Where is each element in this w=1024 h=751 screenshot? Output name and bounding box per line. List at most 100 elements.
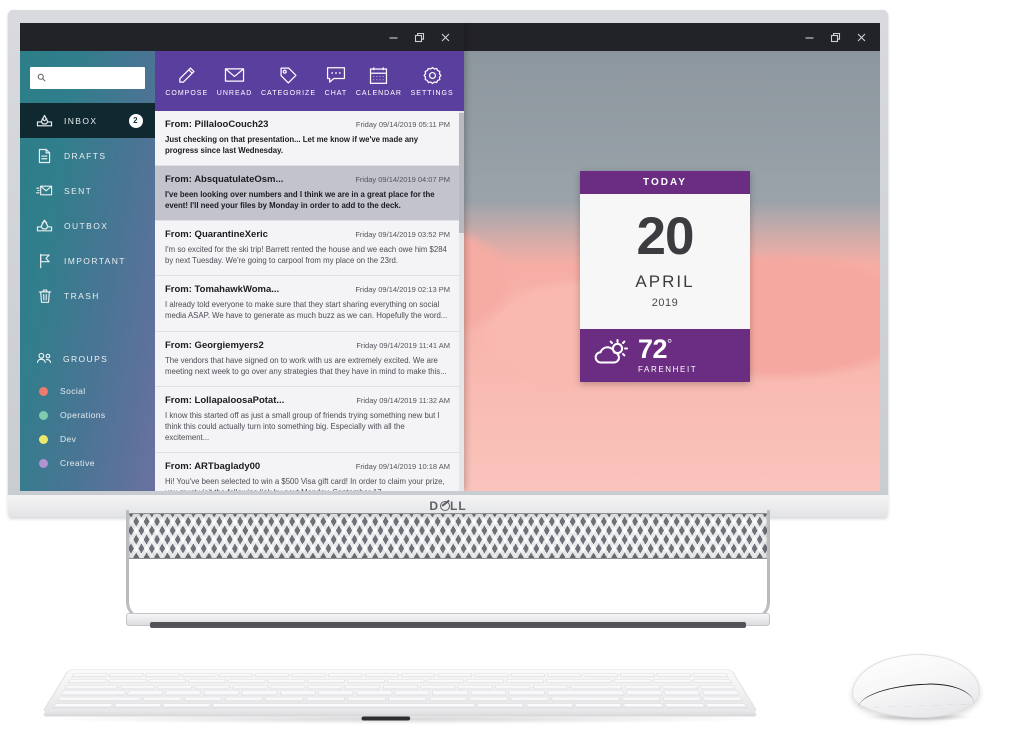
keyboard-key[interactable] [457,684,494,689]
sidebar-item-sent[interactable]: SENT [20,173,155,208]
keyboard-key[interactable] [505,678,545,684]
email-row[interactable]: From: TomahawkWoma... Friday 09/14/2019 0… [155,276,464,332]
keyboard-key[interactable] [63,684,119,689]
keyboard-key[interactable] [67,678,108,684]
keyboard-key[interactable] [655,673,693,678]
keyboard-key[interactable] [346,696,386,702]
keyboard-key[interactable] [107,673,145,678]
keyboard-key[interactable] [401,673,436,678]
keyboard-key[interactable] [346,678,385,684]
toolbar-button-settings[interactable]: SETTINGS [411,66,454,97]
keyboard-key[interactable] [193,684,231,689]
keyboard-key[interactable] [306,678,346,684]
keyboard-key[interactable] [625,690,664,696]
group-item-creative[interactable]: Creative [20,451,155,475]
keyboard-key[interactable] [546,690,625,696]
keyboard-key[interactable] [267,678,306,684]
keyboard-key[interactable] [279,690,317,696]
keyboard-key[interactable] [702,696,744,702]
keyboard-key[interactable] [60,690,127,696]
toolbar-button-calendar[interactable]: CALENDAR [356,66,402,97]
sidebar-item-important[interactable]: IMPORTANT [20,243,155,278]
wireless-mouse[interactable] [852,654,980,718]
keyboard-key[interactable] [476,703,525,708]
keyboard-key[interactable] [355,690,393,696]
keyboard-key[interactable] [620,696,662,702]
keyboard-key[interactable] [240,690,279,696]
calendar-widget[interactable]: TODAY 20 APRIL 2019 72 ° FARENHEIT [580,171,750,383]
keyboard-key[interactable] [187,678,227,684]
email-row[interactable]: From: PillalooCouch23 Friday 09/14/2019 0… [155,111,464,167]
keyboard-key[interactable] [107,678,148,684]
keyboard-key[interactable] [660,684,699,689]
keyboard-key[interactable] [664,703,706,708]
keyboard-key[interactable] [52,703,114,708]
keyboard-key[interactable] [291,673,327,678]
keyboard-key[interactable] [364,673,400,678]
keyboard-key[interactable] [494,684,531,689]
sidebar-item-drafts[interactable]: DRAFTS [20,138,155,173]
keyboard-key[interactable] [652,678,693,684]
keyboard-key[interactable] [531,684,569,689]
keyboard-key[interactable] [156,684,194,689]
minimize-icon[interactable] [380,26,406,48]
toolbar-button-compose[interactable]: COMPOSE [165,66,208,97]
keyboard-key[interactable] [382,684,418,689]
keyboard-key[interactable] [231,684,269,689]
keyboard-key[interactable] [546,673,583,678]
keyboard-key[interactable] [182,696,224,702]
sidebar-item-outbox[interactable]: OUTBOX [20,208,155,243]
keyboard-key[interactable] [264,696,305,702]
keyboard-key[interactable] [164,690,203,696]
keyboard-key[interactable] [510,673,546,678]
close-icon[interactable] [848,26,874,48]
keyboard-key[interactable] [613,678,653,684]
minimize-icon[interactable] [796,26,822,48]
keyboard-key[interactable] [419,684,456,689]
toolbar-button-unread[interactable]: UNREAD [217,66,253,97]
keyboard-key[interactable] [305,696,346,702]
keyboard-key[interactable] [469,696,509,702]
keyboard-key[interactable] [217,673,254,678]
group-item-dev[interactable]: Dev [20,427,155,451]
keyboard-key[interactable] [344,684,381,689]
keyboard-key[interactable] [473,673,510,678]
keyboard-key[interactable] [387,696,427,702]
keyboard-key[interactable] [386,678,425,684]
email-row[interactable]: From: LollapaloosaPotat... Friday 09/14/2… [155,386,464,453]
email-row[interactable]: From: ARTbaglady00 Friday 09/14/2019 10:1… [155,452,464,491]
keyboard-key[interactable] [254,673,290,678]
email-list[interactable]: From: PillalooCouch23 Friday 09/14/2019 0… [155,111,464,491]
keyboard-key[interactable] [619,673,656,678]
keyboard-key[interactable] [426,678,465,684]
keyboard-key[interactable] [661,696,703,702]
keyboard-key[interactable] [112,703,162,708]
keyboard-key[interactable] [569,684,624,689]
keyboard-key[interactable] [162,703,211,708]
restore-icon[interactable] [406,26,432,48]
keyboard-key[interactable] [663,690,702,696]
group-item-operations[interactable]: Operations [20,403,155,427]
keyboard-key[interactable] [692,678,733,684]
keyboard-key[interactable] [465,678,505,684]
keyboard-key[interactable] [583,673,620,678]
close-icon[interactable] [432,26,458,48]
keyboard-key[interactable] [437,673,473,678]
keyboard-key[interactable] [181,673,218,678]
keyboard-key[interactable] [327,673,363,678]
sidebar-item-trash[interactable]: TRASH [20,278,155,313]
keyboard-key[interactable] [223,696,264,702]
keyboard-key[interactable] [432,690,469,696]
keyboard-key[interactable] [147,678,187,684]
keyboard-key[interactable] [622,703,665,708]
scrollbar-thumb[interactable] [459,113,464,233]
email-row[interactable]: From: Georgiemyers2 Friday 09/14/2019 11:… [155,331,464,387]
search-box[interactable] [30,67,145,89]
keyboard-key[interactable] [550,696,621,702]
keyboard-key[interactable] [470,690,507,696]
toolbar-button-categorize[interactable]: CATEGORIZE [261,66,316,97]
keyboard-key[interactable] [141,696,183,702]
keyboard-key[interactable] [525,703,574,708]
keyboard-key[interactable] [508,690,546,696]
keyboard-key[interactable] [118,684,156,689]
